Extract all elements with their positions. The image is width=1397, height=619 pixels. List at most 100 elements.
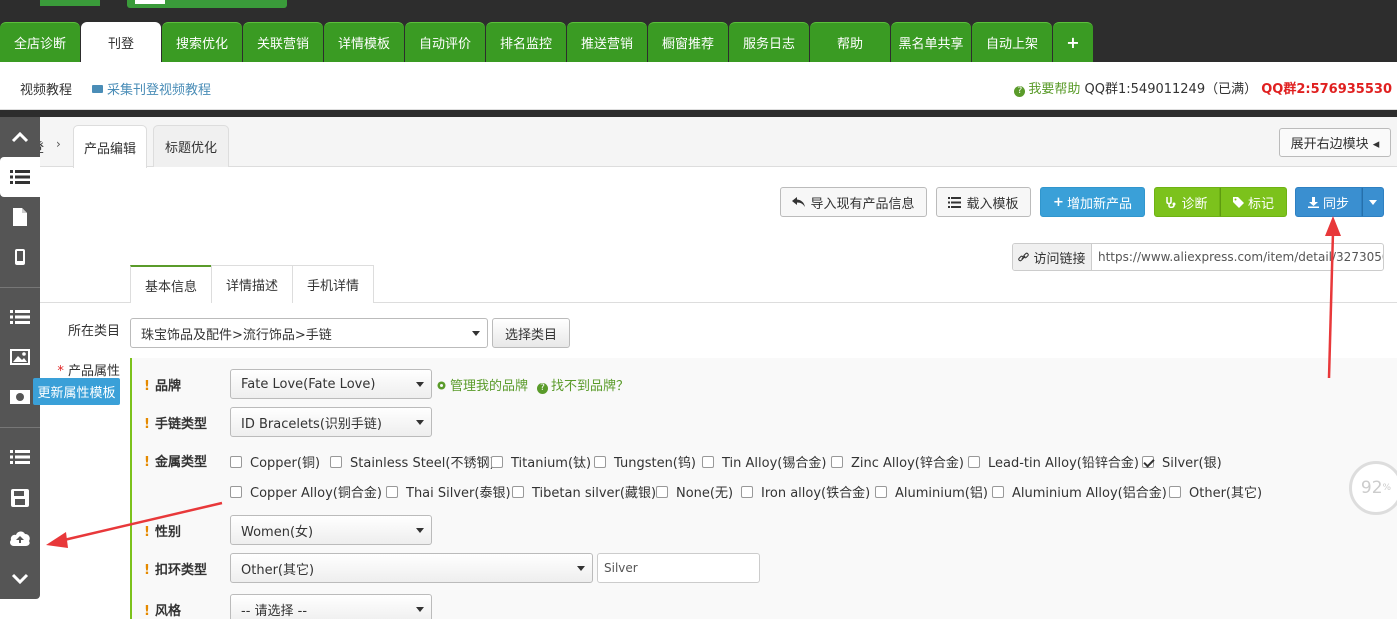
checkbox[interactable] xyxy=(230,455,242,468)
tab-top-1[interactable]: 刊登 xyxy=(81,22,161,62)
tab-top-12[interactable]: 自动上架 xyxy=(972,22,1052,62)
import-product-button[interactable]: 导入现有产品信息 xyxy=(780,187,927,217)
checkbox[interactable] xyxy=(386,485,398,498)
clasp-other-input[interactable]: Silver xyxy=(597,553,760,583)
metal-option[interactable]: Silver(银) xyxy=(1142,452,1222,471)
checkbox[interactable] xyxy=(491,455,503,468)
sync-dropdown-toggle[interactable] xyxy=(1362,187,1384,217)
metal-option-label: Titanium(钛) xyxy=(511,456,592,471)
shop-badge xyxy=(127,0,287,8)
checkbox[interactable] xyxy=(992,485,1004,498)
checkbox[interactable] xyxy=(656,485,668,498)
expand-right-button[interactable]: 展开右边模块 ◂ xyxy=(1279,128,1391,157)
sidebar-item-mobile[interactable] xyxy=(0,237,40,277)
gauge-unit: % xyxy=(1382,483,1392,493)
visit-link-group: 访问链接 https://www.aliexpress.com/item/det… xyxy=(1012,243,1384,271)
clasp-type-select[interactable]: Other(其它) xyxy=(230,553,593,583)
metal-option[interactable]: Zinc Alloy(锌合金) xyxy=(831,452,964,471)
metal-option-label: Aluminium Alloy(铝合金) xyxy=(1012,486,1167,501)
tab-product-edit[interactable]: 产品编辑 xyxy=(73,125,147,168)
checkbox[interactable] xyxy=(330,455,342,468)
sidebar-scroll-up[interactable] xyxy=(0,117,40,157)
checkbox[interactable] xyxy=(512,485,524,498)
metal-option[interactable]: Tibetan silver(藏银) xyxy=(512,482,656,501)
tab-top-5[interactable]: 自动评价 xyxy=(405,22,485,62)
update-attr-template-button[interactable]: 更新属性模板 xyxy=(33,378,120,405)
bracelet-type-select[interactable]: ID Bracelets(识别手链) xyxy=(230,407,432,437)
metal-option[interactable]: Titanium(钛) xyxy=(491,452,591,471)
tab-top-0[interactable]: 全店诊断 xyxy=(0,22,80,62)
sidebar-item-image[interactable] xyxy=(0,337,40,377)
metal-option[interactable]: Stainless Steel(不锈钢) xyxy=(330,452,495,471)
sidebar-item-file[interactable] xyxy=(0,197,40,237)
sidebar-scroll-down[interactable] xyxy=(0,559,40,599)
tab-title-optimize[interactable]: 标题优化 xyxy=(153,125,229,167)
sidebar-item-cloud-upload[interactable] xyxy=(0,518,40,558)
gender-select[interactable]: Women(女) xyxy=(230,515,432,545)
tab-top-10[interactable]: 帮助 xyxy=(810,22,890,62)
manage-brand-link[interactable]: 管理我的品牌 xyxy=(436,375,528,394)
tab-detail-desc[interactable]: 详情描述 xyxy=(211,265,293,303)
header-divider xyxy=(0,110,1397,117)
money-icon xyxy=(10,390,30,404)
checkbox[interactable] xyxy=(230,485,242,498)
brand-not-found-link[interactable]: ? 找不到品牌？ xyxy=(537,375,629,394)
checkbox[interactable] xyxy=(594,455,606,468)
sidebar-item-list-3[interactable] xyxy=(0,437,40,477)
category-select[interactable]: 珠宝饰品及配件>流行饰品>手链 xyxy=(130,318,488,348)
tab-top-2[interactable]: 搜索优化 xyxy=(162,22,242,62)
sidebar-item-list-2[interactable] xyxy=(0,297,40,337)
metal-option[interactable]: Iron alloy(铁合金) xyxy=(741,482,870,501)
required-mark: * xyxy=(57,364,64,379)
metal-option-label: Copper Alloy(铜合金) xyxy=(250,486,382,501)
checkbox[interactable] xyxy=(1169,485,1181,498)
checkbox[interactable] xyxy=(968,455,980,468)
metal-option-label: None(无) xyxy=(676,486,734,501)
attr-bracelet-type-text: 手链类型 xyxy=(154,417,207,432)
select-category-button[interactable]: 选择类目 xyxy=(492,318,570,348)
tab-top-11[interactable]: 黑名单共享 xyxy=(891,22,971,62)
diagnose-button[interactable]: 诊断 xyxy=(1154,187,1220,217)
sync-button[interactable]: 同步 xyxy=(1295,187,1362,217)
metal-option-label: Iron alloy(铁合金) xyxy=(761,486,871,501)
metal-option[interactable]: Tin Alloy(锡合金) xyxy=(702,452,826,471)
tab-basic-info[interactable]: 基本信息 xyxy=(130,265,212,303)
checkbox[interactable] xyxy=(875,485,887,498)
attr-mark: ! xyxy=(144,525,150,540)
tab-top-6[interactable]: 排名监控 xyxy=(486,22,566,62)
tab-top-7[interactable]: 推送营销 xyxy=(567,22,647,62)
add-product-button[interactable]: + 增加新产品 xyxy=(1040,187,1145,217)
visit-link-url[interactable]: https://www.aliexpress.com/item/detail/3… xyxy=(1092,244,1383,270)
tab-top-8[interactable]: 橱窗推荐 xyxy=(648,22,728,62)
collect-tutorial-link[interactable]: 采集刊登视频教程 xyxy=(92,79,211,98)
metal-option[interactable]: Copper(铜) xyxy=(230,452,320,471)
tab-top-3[interactable]: 关联营销 xyxy=(243,22,323,62)
metal-option[interactable]: None(无) xyxy=(656,482,733,501)
checkbox[interactable] xyxy=(831,455,843,468)
attr-mark: ! xyxy=(144,417,150,432)
help-link[interactable]: ? 我要帮助 xyxy=(1014,82,1080,97)
mark-button[interactable]: 标记 xyxy=(1220,187,1287,217)
metal-option[interactable]: Lead-tin Alloy(铅锌合金) xyxy=(968,452,1139,471)
metal-option-label: Zinc Alloy(锌合金) xyxy=(851,456,964,471)
checkbox[interactable] xyxy=(1142,455,1154,468)
load-template-button[interactable]: 载入模板 xyxy=(936,187,1031,217)
tab-add[interactable]: + xyxy=(1053,22,1093,62)
tab-top-4[interactable]: 详情模板 xyxy=(324,22,404,62)
attr-bracelet-type-label: ! 手链类型 xyxy=(144,413,207,432)
tab-top-9[interactable]: 服务日志 xyxy=(729,22,809,62)
metal-option[interactable]: Copper Alloy(铜合金) xyxy=(230,482,382,501)
tab-mobile-detail[interactable]: 手机详情 xyxy=(292,265,374,303)
metal-option[interactable]: Tungsten(钨) xyxy=(594,452,696,471)
metal-option[interactable]: Aluminium(铝) xyxy=(875,482,988,501)
progress-gauge[interactable]: 92% xyxy=(1349,461,1397,515)
checkbox[interactable] xyxy=(702,455,714,468)
checkbox[interactable] xyxy=(741,485,753,498)
sidebar-item-save[interactable] xyxy=(0,478,40,518)
sidebar-item-list[interactable] xyxy=(0,157,40,197)
metal-option[interactable]: Thai Silver(泰银) xyxy=(386,482,511,501)
brand-select[interactable]: Fate Love(Fate Love) xyxy=(230,369,432,399)
style-select[interactable]: -- 请选择 -- xyxy=(230,594,432,619)
metal-option[interactable]: Aluminium Alloy(铝合金) xyxy=(992,482,1167,501)
metal-option[interactable]: Other(其它) xyxy=(1169,482,1262,501)
